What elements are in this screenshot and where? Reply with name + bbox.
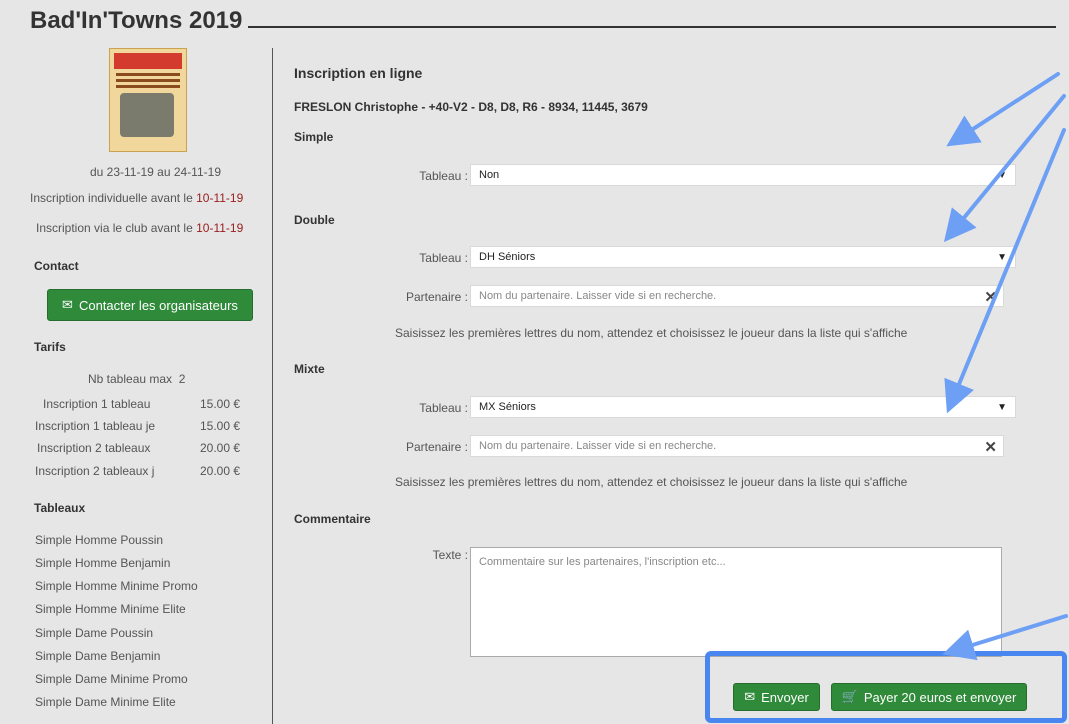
tarif-label: Inscription 2 tableaux <box>37 441 151 455</box>
double-tableau-value: DH Séniors <box>479 251 536 263</box>
deadline-club-label: Inscription via le club avant le <box>36 221 193 235</box>
mail-icon: ✉ <box>744 689 756 704</box>
commentaire-heading: Commentaire <box>294 512 371 526</box>
deadline-club-date: 10-11-19 <box>196 221 244 235</box>
tableaux-heading: Tableaux <box>34 501 86 515</box>
comment-textarea[interactable]: Commentaire sur les partenaires, l'inscr… <box>470 547 1002 657</box>
double-heading: Double <box>294 213 335 227</box>
tarif-price: 20.00 € <box>200 441 241 455</box>
clear-icon[interactable]: ✕ <box>984 288 997 306</box>
send-button-label: Envoyer <box>761 689 809 705</box>
tournament-poster <box>109 48 187 152</box>
cart-icon: 🛒 <box>841 689 858 704</box>
simple-heading: Simple <box>294 130 334 144</box>
nb-max-label: Nb tableau max <box>88 372 173 386</box>
mixte-tableau-label: Tableau : <box>419 401 468 415</box>
tournament-dates: du 23-11-19 au 24-11-19 <box>90 165 221 179</box>
mail-icon: ✉ <box>62 297 73 312</box>
chevron-down-icon: ▼ <box>997 402 1007 413</box>
chevron-down-icon: ▼ <box>997 252 1007 263</box>
double-tableau-label: Tableau : <box>419 251 468 265</box>
tableau-item: Simple Homme Benjamin <box>35 556 171 570</box>
mixte-tableau-select[interactable]: MX Séniors ▼ <box>470 396 1016 418</box>
deadline-individual-date: 10-11-19 <box>196 191 244 205</box>
tarif-price: 20.00 € <box>200 464 241 478</box>
mixte-partner-hint: Saisissez les premières lettres du nom, … <box>395 475 908 489</box>
nb-tableau-max: Nb tableau max 2 <box>88 372 185 386</box>
nb-max-value: 2 <box>178 372 186 386</box>
tarifs-heading: Tarifs <box>34 340 66 354</box>
double-partner-label: Partenaire : <box>405 290 468 304</box>
tarif-price: 15.00 € <box>200 397 241 411</box>
deadline-club: Inscription via le club avant le 10-11-1… <box>36 221 243 235</box>
clear-icon[interactable]: ✕ <box>984 438 997 456</box>
mixte-partner-placeholder: Nom du partenaire. Laisser vide si en re… <box>479 440 717 452</box>
tableau-item: Simple Homme Minime Elite <box>35 602 186 616</box>
simple-tableau-select[interactable]: Non ▼ <box>470 164 1016 186</box>
page-title: Bad'In'Towns 2019 <box>30 6 249 36</box>
mixte-partner-label: Partenaire : <box>405 440 468 454</box>
double-tableau-select[interactable]: DH Séniors ▼ <box>470 246 1016 268</box>
tarif-price: 15.00 € <box>200 419 241 433</box>
simple-tableau-value: Non <box>479 169 500 181</box>
simple-tableau-label: Tableau : <box>419 169 468 183</box>
contact-button-label: Contacter les organisateurs <box>78 297 238 313</box>
double-partner-placeholder: Nom du partenaire. Laisser vide si en re… <box>479 290 717 302</box>
tableau-item: Simple Homme Minime Promo <box>35 579 198 593</box>
tarif-label: Inscription 1 tableau <box>43 397 151 411</box>
tarif-label: Inscription 2 tableaux j <box>35 464 155 478</box>
chevron-down-icon: ▼ <box>997 170 1007 181</box>
pay-button-label: Payer 20 euros et envoyer <box>863 689 1017 705</box>
comment-label: Texte : <box>432 548 468 562</box>
mixte-heading: Mixte <box>294 362 325 376</box>
mixte-tableau-value: MX Séniors <box>479 401 536 413</box>
comment-placeholder: Commentaire sur les partenaires, l'inscr… <box>479 556 726 568</box>
double-partner-hint: Saisissez les premières lettres du nom, … <box>395 326 908 340</box>
sidebar: du 23-11-19 au 24-11-19 Inscription indi… <box>26 48 273 724</box>
send-button[interactable]: ✉ Envoyer <box>733 683 820 711</box>
contact-organizers-button[interactable]: ✉ Contacter les organisateurs <box>47 289 253 321</box>
double-partner-input[interactable]: Nom du partenaire. Laisser vide si en re… <box>470 285 1004 307</box>
pay-and-send-button[interactable]: 🛒 Payer 20 euros et envoyer <box>831 683 1027 711</box>
deadline-individual-label: Inscription individuelle avant le <box>30 191 193 205</box>
tableau-item: Simple Dame Minime Promo <box>35 672 188 686</box>
tarif-label: Inscription 1 tableau je <box>35 419 156 433</box>
mixte-partner-input[interactable]: Nom du partenaire. Laisser vide si en re… <box>470 435 1004 457</box>
tableau-item: Simple Homme Poussin <box>35 533 164 547</box>
registration-form: Inscription en ligne FRESLON Christophe … <box>294 48 1024 724</box>
form-title: Inscription en ligne <box>294 65 423 81</box>
tableau-item: Simple Dame Benjamin <box>35 649 161 663</box>
player-info: FRESLON Christophe - +40-V2 - D8, D8, R6… <box>294 100 648 114</box>
tableau-item: Simple Dame Minime Elite <box>35 695 176 709</box>
tableau-item: Simple Dame Poussin <box>35 626 154 640</box>
contact-heading: Contact <box>34 259 79 273</box>
deadline-individual: Inscription individuelle avant le 10-11-… <box>30 191 243 205</box>
page-header: Bad'In'Towns 2019 <box>30 6 1056 46</box>
